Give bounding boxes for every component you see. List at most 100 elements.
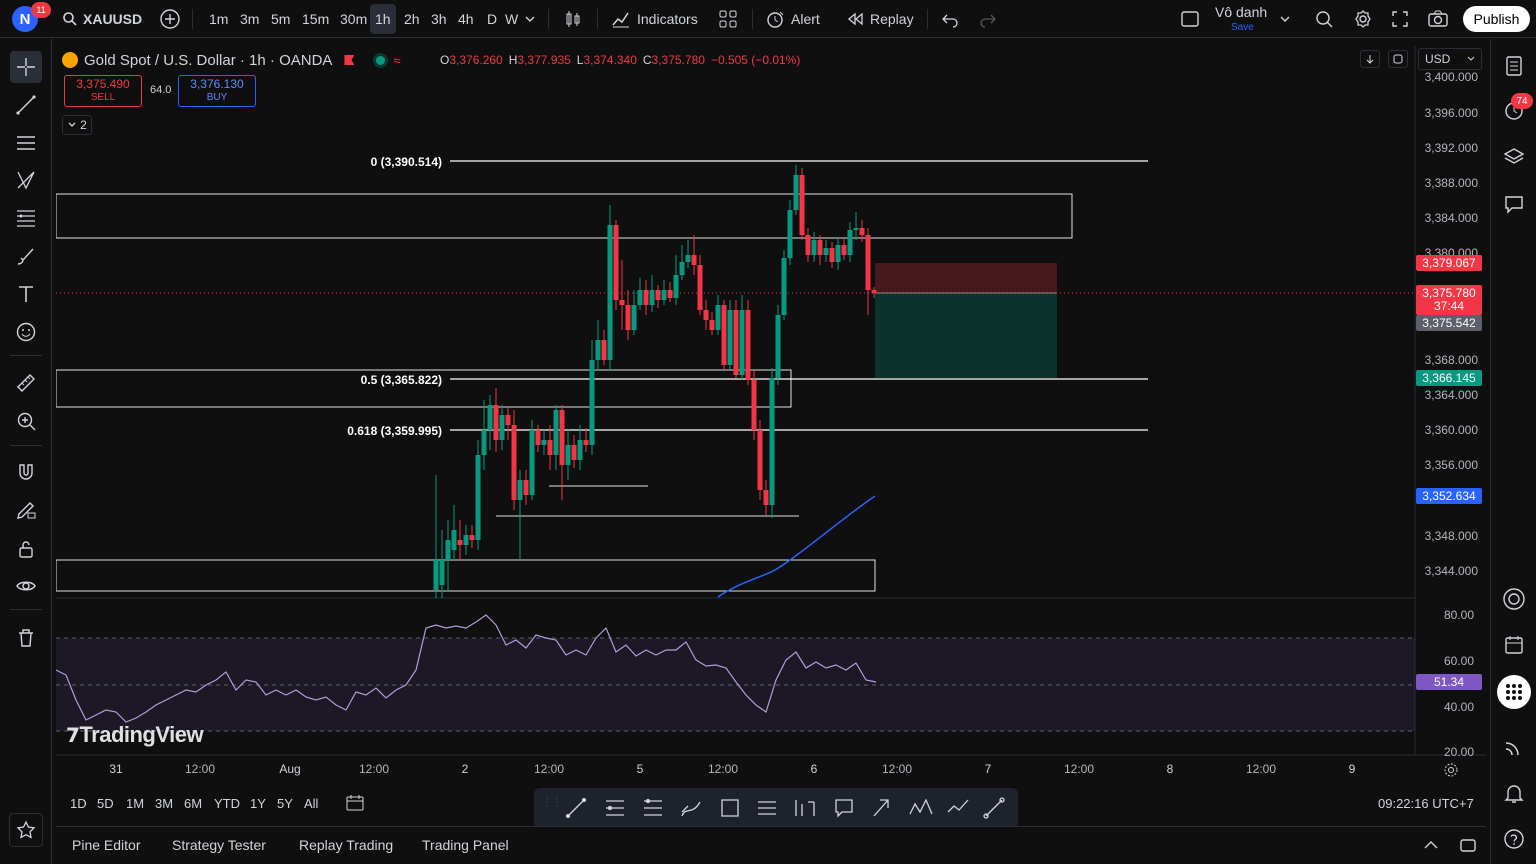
ruler-tool[interactable]	[10, 367, 42, 399]
lock-drawings-tool[interactable]	[10, 533, 42, 565]
compare-button[interactable]	[159, 0, 181, 38]
goto-date-button[interactable]	[345, 788, 365, 818]
layouts-button[interactable]	[719, 0, 737, 38]
symbol-search-button[interactable]: XAUUSD	[62, 0, 142, 38]
layout-name[interactable]: Vô danh Save	[1215, 5, 1267, 35]
demand-zone-box[interactable]	[56, 559, 876, 592]
indicators-button[interactable]: Indicators	[611, 0, 698, 38]
axis-settings-button[interactable]	[1443, 762, 1459, 783]
currency-select[interactable]: USD	[1418, 48, 1482, 70]
candle-body	[475, 455, 481, 540]
panel-tab-strategy-tester[interactable]: Strategy Tester	[172, 826, 266, 864]
maximize-panel-button[interactable]	[1459, 826, 1477, 864]
interval-30m[interactable]: 30m	[335, 0, 372, 38]
interval-dropdown[interactable]	[524, 0, 536, 38]
interval-W[interactable]: W	[500, 0, 523, 38]
interval-15m[interactable]: 15m	[297, 0, 334, 38]
drawing-tools-strip[interactable]	[564, 796, 1014, 820]
notifications-button[interactable]	[1499, 778, 1529, 808]
time-tick: 12:00	[1245, 762, 1277, 776]
crosshair-tool[interactable]	[10, 51, 42, 83]
range-1y[interactable]: 1Y	[250, 788, 266, 818]
favorites-button[interactable]	[9, 813, 43, 847]
interval-1m[interactable]: 1m	[204, 0, 233, 38]
candle-body	[811, 240, 817, 255]
chats-button[interactable]	[1499, 189, 1529, 219]
redo-button[interactable]	[979, 0, 997, 38]
interval-2h[interactable]: 2h	[399, 0, 425, 38]
candle-body	[631, 305, 637, 330]
screener-button[interactable]	[1499, 584, 1529, 614]
candle-body	[703, 310, 709, 320]
clock[interactable]: 09:22:16 UTC+7	[1378, 788, 1474, 818]
symbol-legend[interactable]: Gold Spot / U.S. Dollar · 1h · OANDA ≈	[62, 50, 401, 70]
range-1d[interactable]: 1D	[70, 788, 87, 818]
layout-toggle-checkbox[interactable]	[1180, 0, 1200, 38]
candle-body	[565, 445, 571, 465]
emoji-tool[interactable]	[10, 316, 42, 348]
horizontal-lines-tool[interactable]	[10, 127, 42, 159]
gear-icon	[1444, 763, 1458, 777]
text-tool[interactable]	[10, 278, 42, 310]
products-button[interactable]	[1497, 675, 1531, 709]
moving-average-line[interactable]	[717, 495, 876, 598]
range-ytd[interactable]: YTD	[214, 788, 240, 818]
range-5y[interactable]: 5Y	[277, 788, 293, 818]
short-position-target[interactable]	[875, 293, 1057, 378]
sell-button[interactable]: 3,375.490 SELL	[64, 75, 142, 107]
interval-3m[interactable]: 3m	[235, 0, 264, 38]
time-tick: 12:00	[1063, 762, 1095, 776]
chart-pane[interactable]	[56, 46, 1486, 788]
panel-tab-pine-editor[interactable]: Pine Editor	[72, 826, 140, 864]
range-1m[interactable]: 1M	[126, 788, 144, 818]
short-position-risk[interactable]	[875, 263, 1057, 293]
help-button[interactable]	[1499, 824, 1529, 854]
panel-tab-trading-panel[interactable]: Trading Panel	[422, 826, 509, 864]
time-tick: 9	[1348, 762, 1356, 776]
interval-5m[interactable]: 5m	[266, 0, 295, 38]
interval-4h[interactable]: 4h	[453, 0, 479, 38]
hide-drawings-tool[interactable]	[10, 570, 42, 602]
publish-button[interactable]: Publish	[1463, 6, 1530, 32]
sync-button[interactable]	[1388, 50, 1408, 68]
interval-1h[interactable]: 1h	[370, 4, 396, 34]
calendar-button[interactable]	[1499, 630, 1529, 660]
replay-button[interactable]: Replay	[846, 0, 914, 38]
streams-button[interactable]	[1499, 732, 1529, 762]
supply-zone-box[interactable]	[56, 193, 1073, 239]
chevron-down-icon	[1280, 16, 1290, 22]
pattern-tool[interactable]	[10, 164, 42, 196]
zoom-tool[interactable]	[10, 405, 42, 437]
flag-icon[interactable]	[344, 55, 355, 65]
layout-menu-button[interactable]	[1279, 0, 1291, 38]
candle-body	[715, 305, 721, 330]
fullscreen-button[interactable]	[1391, 0, 1409, 38]
snapshot-button[interactable]	[1427, 0, 1449, 38]
watchlist-button[interactable]	[1499, 51, 1529, 81]
drag-handle[interactable]: ⋮⋮	[542, 798, 562, 816]
panel-tab-replay-trading[interactable]: Replay Trading	[299, 826, 393, 864]
chart-type-button[interactable]	[563, 0, 583, 38]
brush-tool[interactable]	[10, 240, 42, 272]
magnet-tool[interactable]	[10, 456, 42, 488]
undo-button[interactable]	[941, 0, 959, 38]
stay-in-drawing-tool[interactable]	[10, 494, 42, 526]
range-all[interactable]: All	[304, 788, 318, 818]
range-3m[interactable]: 3M	[155, 788, 173, 818]
indicator-count: 2	[80, 118, 87, 132]
collapse-indicators-button[interactable]: 2	[62, 115, 92, 135]
collapse-panel-button[interactable]	[1422, 826, 1440, 864]
settings-button[interactable]	[1353, 0, 1373, 38]
remove-drawings-tool[interactable]	[10, 622, 42, 654]
interval-3h[interactable]: 3h	[426, 0, 452, 38]
object-tree-button[interactable]	[1499, 142, 1529, 172]
quick-search-button[interactable]	[1314, 0, 1334, 38]
trend-line-tool[interactable]	[10, 89, 42, 121]
alert-label: Alert	[791, 11, 820, 27]
buy-button[interactable]: 3,376.130 BUY	[178, 75, 256, 107]
range-5d[interactable]: 5D	[97, 788, 114, 818]
scroll-down-button[interactable]	[1360, 50, 1380, 68]
fib-tool[interactable]	[10, 202, 42, 234]
alert-button[interactable]: Alert	[765, 0, 820, 38]
range-6m[interactable]: 6M	[184, 788, 202, 818]
